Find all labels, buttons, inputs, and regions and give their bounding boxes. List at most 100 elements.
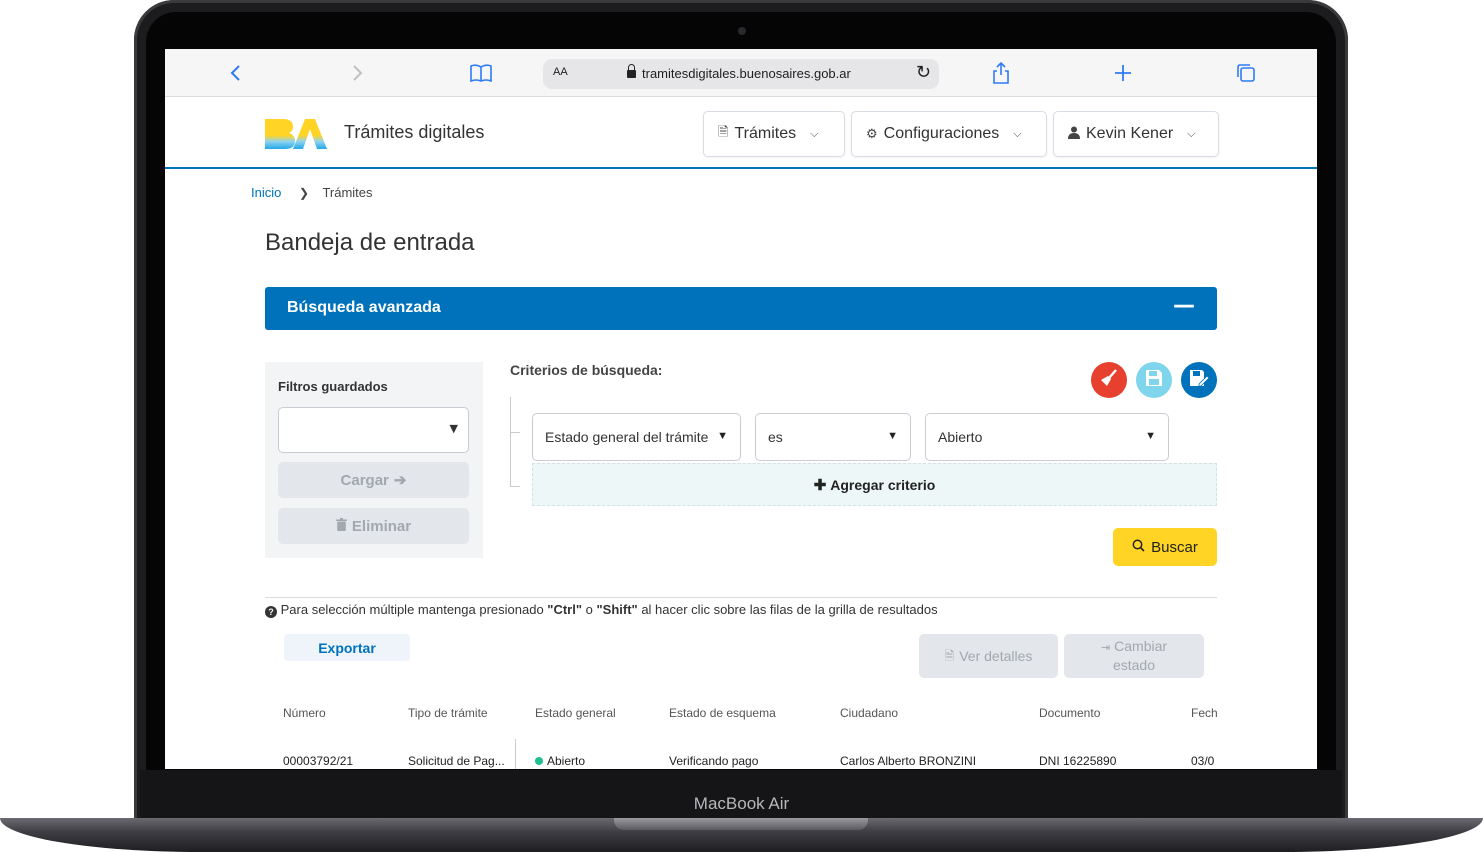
criteria-field-select[interactable]: Estado general del trámite ▼ (532, 413, 741, 461)
criteria-operator-select[interactable]: es ▼ (755, 413, 911, 461)
change-state-line1: ⇥ Cambiar (1101, 638, 1167, 657)
gear-icon: ⚙ (866, 126, 878, 141)
advanced-search-header[interactable]: Búsqueda avanzada — (265, 287, 1217, 330)
nav-tramites-button[interactable]: 🗎 Trámites ⌵ (703, 111, 845, 157)
new-tab-icon[interactable] (1111, 61, 1135, 85)
load-filter-label: Cargar (340, 471, 389, 489)
collapse-icon[interactable]: — (1173, 293, 1195, 318)
plus-icon: ✚ (813, 476, 827, 494)
tabs-overview-icon[interactable] (1234, 61, 1258, 85)
criteria-tree-line (510, 397, 520, 487)
status-dot (535, 757, 543, 765)
column-header-documento[interactable]: Documento (1039, 706, 1100, 720)
column-header-tipo[interactable]: Tipo de trámite (408, 706, 488, 720)
column-header-ciudadano[interactable]: Ciudadano (840, 706, 898, 720)
url-value: tramitesdigitales.buenosaires.gob.ar (642, 66, 851, 81)
back-icon[interactable] (223, 61, 247, 85)
load-filter-button[interactable]: Cargar ➔ (278, 462, 469, 498)
chevron-right-icon: ❯ (298, 186, 310, 200)
criteria-value-value: Abierto (938, 429, 983, 445)
chevron-down-icon: ⌵ (1013, 127, 1022, 140)
page-title: Bandeja de entrada (265, 229, 475, 256)
text-size-button[interactable]: AA (553, 66, 568, 78)
floppy-disk-icon (1145, 369, 1163, 391)
saved-filters-panel: Filtros guardados ▼ Cargar ➔ Eliminar (265, 362, 483, 558)
browser-toolbar: AA tramitesdigitales.buenosaires.gob.ar … (165, 49, 1317, 97)
caret-down-icon: ▼ (887, 430, 898, 442)
change-state-label-2: estado (1112, 657, 1156, 673)
column-header-numero[interactable]: Número (283, 706, 326, 720)
save-criteria-button[interactable] (1136, 362, 1172, 398)
view-details-button[interactable]: 🗎 Ver detalles (919, 634, 1058, 678)
criteria-value-select[interactable]: Abierto ▼ (925, 413, 1169, 461)
user-icon (1068, 126, 1080, 142)
add-criteria-button[interactable]: ✚ Agregar criterio (532, 463, 1217, 506)
share-icon[interactable] (989, 61, 1013, 85)
column-header-esquema[interactable]: Estado de esquema (669, 706, 776, 720)
hint-prefix: Para selección múltiple mantenga presion… (280, 602, 548, 617)
column-resize-handle[interactable] (515, 739, 516, 769)
save-as-criteria-button[interactable] (1181, 362, 1217, 398)
caret-down-icon: ▼ (449, 422, 458, 435)
laptop-notch (614, 818, 868, 830)
nav-tramites-label: Trámites (734, 125, 797, 142)
column-header-fecha[interactable]: Fech (1191, 706, 1218, 720)
hint-mid: o (582, 602, 597, 617)
clear-criteria-button[interactable] (1091, 362, 1127, 398)
breadcrumb-home-link[interactable]: Inicio (251, 185, 281, 200)
breadcrumb-current: Trámites (322, 185, 373, 200)
nav-user-label: Kevin Kener (1086, 125, 1174, 142)
cell-documento[interactable]: DNI 16225890 (1039, 754, 1116, 768)
caret-down-icon: ▼ (1145, 430, 1156, 442)
change-state-label-1: Cambiar (1114, 638, 1168, 654)
hint-key-shift: "Shift" (596, 602, 638, 617)
cell-ciudadano[interactable]: Carlos Alberto BRONZINI (840, 754, 976, 768)
advanced-search-title: Búsqueda avanzada (287, 299, 441, 316)
cell-estado-label: Abierto (547, 754, 586, 768)
screen: AA tramitesdigitales.buenosaires.gob.ar … (165, 49, 1317, 769)
search-button[interactable]: Buscar (1113, 528, 1217, 566)
cell-estado[interactable]: Abierto (535, 754, 585, 768)
trash-icon (335, 518, 347, 534)
bookmarks-icon[interactable] (469, 61, 493, 85)
criteria-operator-value: es (768, 429, 783, 445)
cell-tipo[interactable]: Solicitud de Pag... (408, 754, 505, 768)
criteria-label: Criterios de búsqueda: (510, 362, 663, 378)
reload-icon[interactable]: ↻ (916, 62, 931, 83)
cell-numero[interactable]: 00003792/21 (283, 754, 353, 768)
lock-icon (627, 64, 636, 78)
saved-filters-select[interactable]: ▼ (278, 407, 469, 453)
cell-esquema[interactable]: Verificando pago (669, 754, 758, 768)
add-criteria-label: Agregar criterio (830, 476, 936, 493)
multi-select-hint: ? Para selección múltiple mantenga presi… (265, 602, 938, 618)
breadcrumb: Inicio ❯ Trámites (251, 185, 373, 200)
camera (738, 27, 746, 35)
file-icon: 🗎 (718, 124, 729, 139)
nav-configuraciones-button[interactable]: ⚙ Configuraciones ⌵ (851, 111, 1047, 157)
nav-configuraciones-label: Configuraciones (883, 125, 1000, 142)
ba-logo[interactable] (265, 117, 329, 151)
hint-suffix: al hacer clic sobre las filas de la gril… (637, 602, 938, 617)
document-icon: 🗎 (944, 648, 955, 663)
forward-icon[interactable] (346, 61, 370, 85)
divider (265, 597, 1217, 598)
nav-user-button[interactable]: Kevin Kener ⌵ (1053, 111, 1219, 157)
export-button[interactable]: Exportar (284, 634, 410, 661)
chevron-down-icon: ⌵ (1187, 127, 1196, 140)
column-header-estado[interactable]: Estado general (535, 706, 616, 720)
criteria-tree-branch (510, 432, 520, 433)
url-text: tramitesdigitales.buenosaires.gob.ar (627, 64, 851, 81)
device-label: MacBook Air (693, 794, 790, 813)
cell-fecha[interactable]: 03/0 (1191, 754, 1214, 768)
address-bar[interactable]: AA tramitesdigitales.buenosaires.gob.ar … (543, 59, 939, 89)
search-icon (1132, 539, 1145, 555)
broom-icon (1100, 369, 1118, 391)
arrow-right-icon: ➔ (393, 472, 407, 489)
hint-key-ctrl: "Ctrl" (547, 602, 583, 617)
save-edit-icon (1189, 369, 1210, 391)
chevron-down-icon: ⌵ (810, 127, 819, 140)
delete-filter-button[interactable]: Eliminar (278, 508, 469, 544)
change-state-button[interactable]: ⇥ Cambiar estado (1064, 634, 1204, 678)
arrow-to-right-icon: ⇥ (1100, 642, 1111, 654)
search-label: Buscar (1151, 538, 1198, 556)
